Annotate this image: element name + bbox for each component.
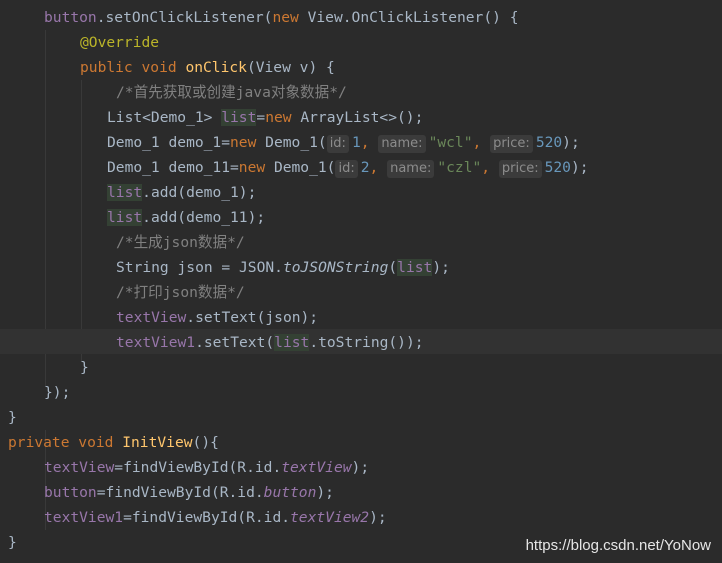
- code-line-3[interactable]: public void onClick(View v) {: [80, 55, 335, 80]
- code-line-21[interactable]: textView1=findViewById(R.id.textView2);: [44, 505, 387, 530]
- code-line-17[interactable]: }: [8, 405, 17, 430]
- code-line-2[interactable]: @Override: [80, 30, 159, 55]
- param-hint-name: name:: [387, 160, 435, 178]
- code-editor[interactable]: button.setOnClickListener(new View.OnCli…: [0, 0, 722, 563]
- code-line-15[interactable]: }: [80, 355, 89, 380]
- code-line-6[interactable]: Demo_1 demo_1=new Demo_1(id: 1, name: "wcl…: [107, 130, 580, 155]
- watermark: https://blog.csdn.net/YoNow: [525, 537, 711, 554]
- code-line-7[interactable]: Demo_1 demo_11=new Demo_1(id: 2, name: "cz…: [107, 155, 589, 180]
- code-line-13[interactable]: textView.setText(json);: [116, 305, 318, 330]
- code-line-1[interactable]: button.setOnClickListener(new View.OnCli…: [44, 5, 519, 30]
- code-line-16[interactable]: });: [44, 380, 70, 405]
- param-hint-price: price:: [490, 135, 533, 153]
- code-line-10[interactable]: /*生成json数据*/: [116, 230, 245, 255]
- code-line-14[interactable]: textView1.setText(list.toString());: [116, 330, 424, 355]
- code-line-19[interactable]: textView=findViewById(R.id.textView);: [44, 455, 369, 480]
- code-line-5[interactable]: List<Demo_1> list=new ArrayList<>();: [107, 105, 423, 130]
- code-line-22[interactable]: }: [8, 530, 17, 555]
- code-line-4[interactable]: /*首先获取或创建java对象数据*/: [116, 80, 347, 105]
- param-hint-id: id:: [335, 160, 358, 178]
- code-line-9[interactable]: list.add(demo_11);: [107, 205, 265, 230]
- param-hint-name: name:: [378, 135, 426, 153]
- code-line-12[interactable]: /*打印json数据*/: [116, 280, 245, 305]
- code-line-11[interactable]: String json = JSON.toJSONString(list);: [116, 255, 450, 280]
- code-line-18[interactable]: private void InitView(){: [8, 430, 219, 455]
- param-hint-id: id:: [326, 135, 349, 153]
- code-line-8[interactable]: list.add(demo_1);: [107, 180, 256, 205]
- param-hint-price: price:: [498, 160, 542, 178]
- indent-guide: [81, 80, 82, 361]
- code-line-20[interactable]: button=findViewById(R.id.button);: [44, 480, 334, 505]
